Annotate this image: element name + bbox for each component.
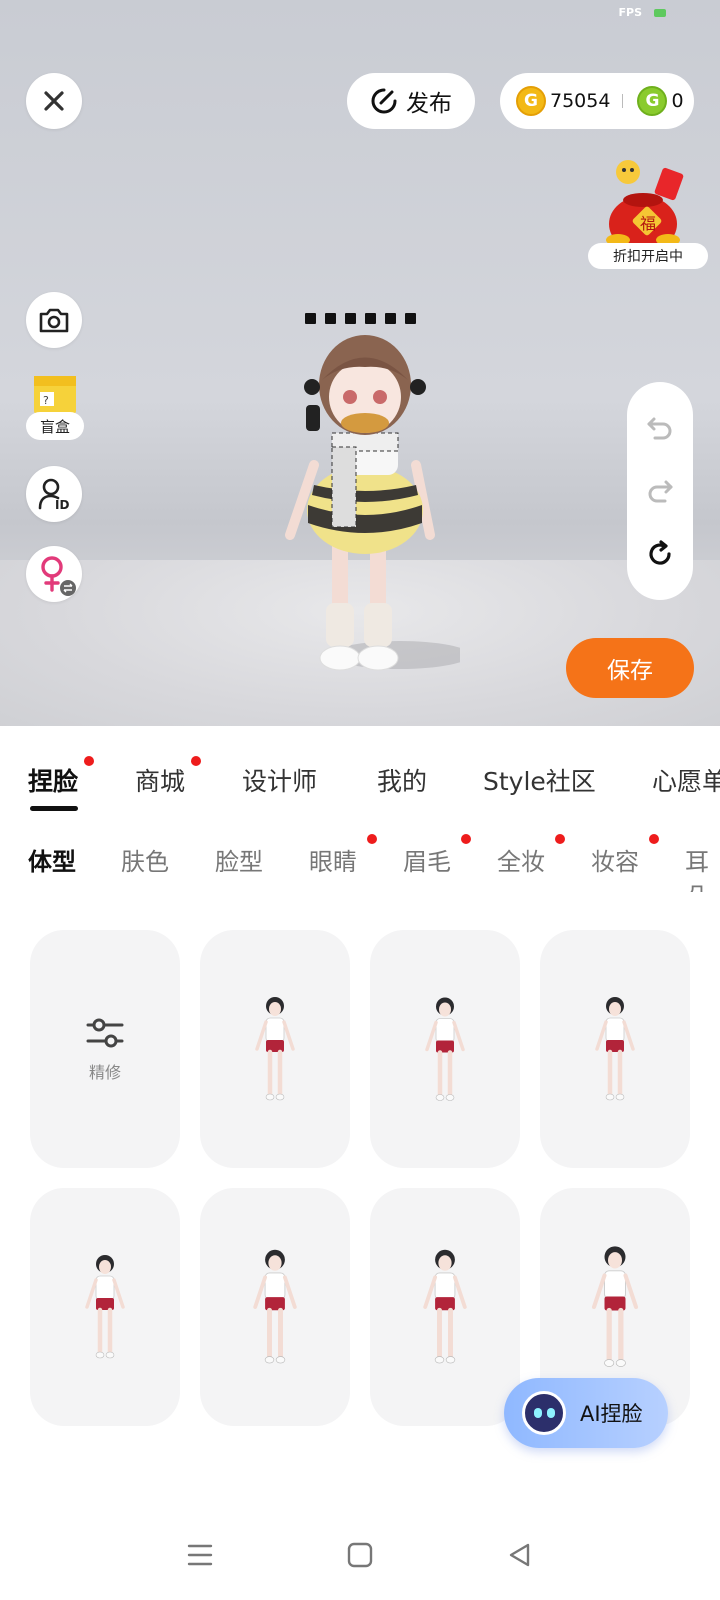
body-type-figure xyxy=(591,1246,639,1367)
refine-label: 精修 xyxy=(88,1063,121,1082)
id-icon: ID xyxy=(38,478,69,511)
body-type-option[interactable] xyxy=(30,1188,180,1426)
avatar-viewport[interactable]: FPS 发布 G 75054 G 0 福 折扣开启中 ? 盲盒 ID 保存 xyxy=(0,0,720,726)
currency-display[interactable]: G 75054 G 0 xyxy=(500,73,694,129)
body-type-figure xyxy=(595,997,635,1101)
tab-store-dot xyxy=(191,756,201,766)
tab-store[interactable]: 商城 xyxy=(135,762,185,798)
body-type-option[interactable] xyxy=(200,1188,350,1426)
camera-button[interactable] xyxy=(26,292,82,348)
green-coin-icon: G xyxy=(637,86,668,116)
menu-icon[interactable] xyxy=(186,1542,214,1568)
subtab-eyebrows[interactable]: 眉毛 xyxy=(403,842,451,877)
tab-face-edit[interactable]: 捏脸 xyxy=(28,762,78,798)
ai-robot-icon xyxy=(522,1391,566,1435)
back-icon[interactable] xyxy=(506,1541,534,1569)
body-type-figure xyxy=(255,997,295,1101)
tab-style-community[interactable]: Style社区 xyxy=(483,762,596,798)
close-button[interactable] xyxy=(26,73,82,129)
avatar-figure[interactable] xyxy=(270,325,460,695)
camera-icon xyxy=(39,308,69,333)
tab-wishlist[interactable]: 心愿单 xyxy=(652,762,720,798)
svg-text:?: ? xyxy=(43,394,49,407)
publish-button[interactable]: 发布 xyxy=(347,73,475,129)
refine-card[interactable]: 精修 xyxy=(30,930,180,1168)
subtab-body-type[interactable]: 体型 xyxy=(28,842,76,877)
avatar-id-button[interactable]: ID xyxy=(26,466,82,522)
sub-tabs: 体型 肤色 脸型 眼睛 眉毛 全妆 妆容 耳朵 xyxy=(0,822,720,892)
redo-icon[interactable] xyxy=(645,476,675,506)
fps-label: FPS xyxy=(618,6,643,19)
body-type-figure xyxy=(425,997,465,1101)
gold-coin-icon: G xyxy=(516,86,546,116)
fps-indicator xyxy=(654,9,666,17)
body-type-figure xyxy=(423,1249,467,1364)
publish-label: 发布 xyxy=(406,91,452,117)
publish-icon xyxy=(371,88,397,114)
home-icon[interactable] xyxy=(346,1541,374,1569)
subtab-ears[interactable]: 耳朵 xyxy=(685,842,720,892)
subtab-makeup[interactable]: 妆容 xyxy=(591,842,639,877)
svg-text:ID: ID xyxy=(55,498,69,511)
body-type-option[interactable] xyxy=(200,930,350,1168)
subtab-eyes[interactable]: 眼睛 xyxy=(309,842,357,877)
avatar-name-placeholder xyxy=(305,313,416,324)
sliders-icon xyxy=(86,1018,124,1048)
gold-coin-count: 75054 xyxy=(550,90,611,112)
subtab-skin-color[interactable]: 肤色 xyxy=(121,842,169,877)
tab-designer[interactable]: 设计师 xyxy=(242,762,317,798)
body-type-option[interactable] xyxy=(370,930,520,1168)
history-panel xyxy=(627,382,693,600)
main-tabs: 捏脸 商城 设计师 我的 Style社区 心愿单 xyxy=(0,726,720,816)
body-type-figure xyxy=(253,1249,297,1364)
promo-label[interactable]: 折扣开启中 xyxy=(588,243,708,269)
green-coin-count: 0 xyxy=(671,90,684,112)
undo-icon[interactable] xyxy=(645,413,675,443)
body-type-option[interactable] xyxy=(540,930,690,1168)
editor-sheet: 捏脸 商城 设计师 我的 Style社区 心愿单 体型 肤色 脸型 眼睛 眉毛 … xyxy=(0,726,720,1600)
currency-divider xyxy=(622,94,624,108)
gender-swap-icon xyxy=(41,556,76,596)
subtab-face-shape[interactable]: 脸型 xyxy=(215,842,263,877)
svg-text:福: 福 xyxy=(640,214,656,233)
ai-face-label: AI捏脸 xyxy=(580,1402,643,1426)
ai-face-button[interactable]: AI捏脸 xyxy=(504,1378,668,1448)
body-type-option[interactable] xyxy=(370,1188,520,1426)
subtab-full-makeup-dot xyxy=(555,834,565,844)
subtab-eyebrows-dot xyxy=(461,834,471,844)
active-tab-indicator xyxy=(30,806,78,811)
tab-face-edit-dot xyxy=(84,756,94,766)
gender-swap-button[interactable] xyxy=(26,546,82,602)
subtab-eyes-dot xyxy=(367,834,377,844)
save-button[interactable]: 保存 xyxy=(566,638,694,698)
tab-mine[interactable]: 我的 xyxy=(377,762,427,798)
blindbox-label[interactable]: 盲盒 xyxy=(26,412,84,440)
subtab-makeup-dot xyxy=(649,834,659,844)
close-icon xyxy=(44,91,64,111)
body-type-figure xyxy=(85,1255,125,1359)
reset-icon[interactable] xyxy=(645,539,675,569)
subtab-full-makeup[interactable]: 全妆 xyxy=(497,842,545,877)
system-navbar xyxy=(0,1510,720,1600)
